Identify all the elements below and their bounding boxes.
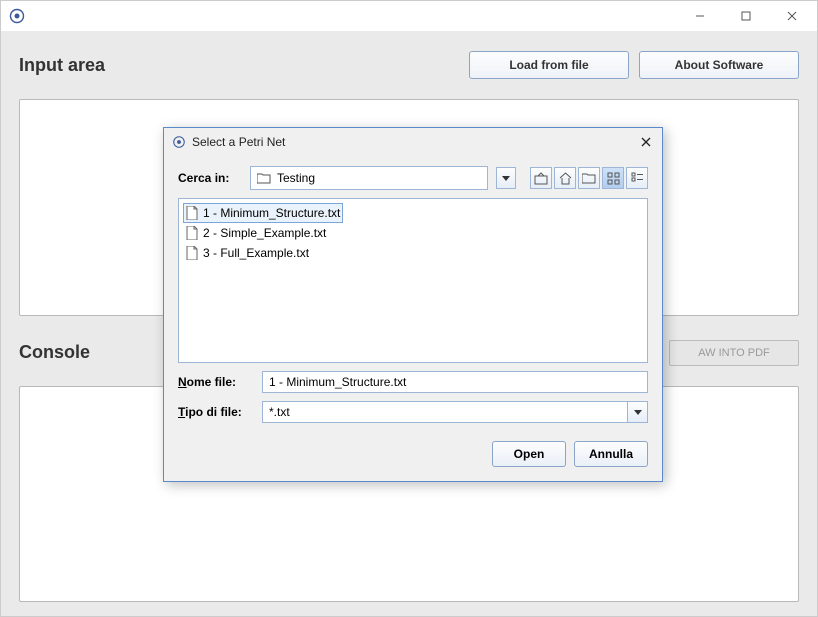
filetype-value: *.txt	[263, 405, 627, 419]
file-dialog: Select a Petri Net Cerca in: Testing	[163, 127, 663, 482]
up-one-level-button[interactable]	[530, 167, 552, 189]
file-item[interactable]: 3 - Full_Example.txt	[183, 243, 312, 263]
dialog-title: Select a Petri Net	[192, 135, 285, 149]
file-item-label: 3 - Full_Example.txt	[203, 246, 309, 260]
file-icon	[186, 246, 198, 260]
look-in-select[interactable]: Testing	[250, 166, 488, 190]
dialog-icon	[172, 135, 186, 149]
new-folder-button[interactable]	[578, 167, 600, 189]
look-in-label: Cerca in:	[178, 171, 242, 185]
cancel-button[interactable]: Annulla	[574, 441, 648, 467]
dialog-close-button[interactable]	[636, 132, 656, 152]
filename-label: Nome file:	[178, 375, 252, 389]
file-icon	[186, 206, 198, 220]
file-item-label: 1 - Minimum_Structure.txt	[203, 206, 340, 220]
list-view-icons-button[interactable]	[602, 167, 624, 189]
file-item[interactable]: 1 - Minimum_Structure.txt	[183, 203, 343, 223]
look-in-folder-name: Testing	[277, 171, 485, 185]
look-in-dropdown-button[interactable]	[496, 167, 516, 189]
filename-input[interactable]	[262, 371, 648, 393]
list-view-details-button[interactable]	[626, 167, 648, 189]
file-item-label: 2 - Simple_Example.txt	[203, 226, 326, 240]
file-list[interactable]: 1 - Minimum_Structure.txt 2 - Simple_Exa…	[178, 198, 648, 363]
filetype-label: Tipo di file:	[178, 405, 252, 419]
home-button[interactable]	[554, 167, 576, 189]
folder-open-icon	[257, 172, 271, 184]
file-icon	[186, 226, 198, 240]
filetype-select[interactable]: *.txt	[262, 401, 648, 423]
dialog-titlebar: Select a Petri Net	[164, 128, 662, 156]
open-button[interactable]: Open	[492, 441, 566, 467]
filetype-dropdown-button[interactable]	[627, 402, 647, 422]
file-item[interactable]: 2 - Simple_Example.txt	[183, 223, 329, 243]
